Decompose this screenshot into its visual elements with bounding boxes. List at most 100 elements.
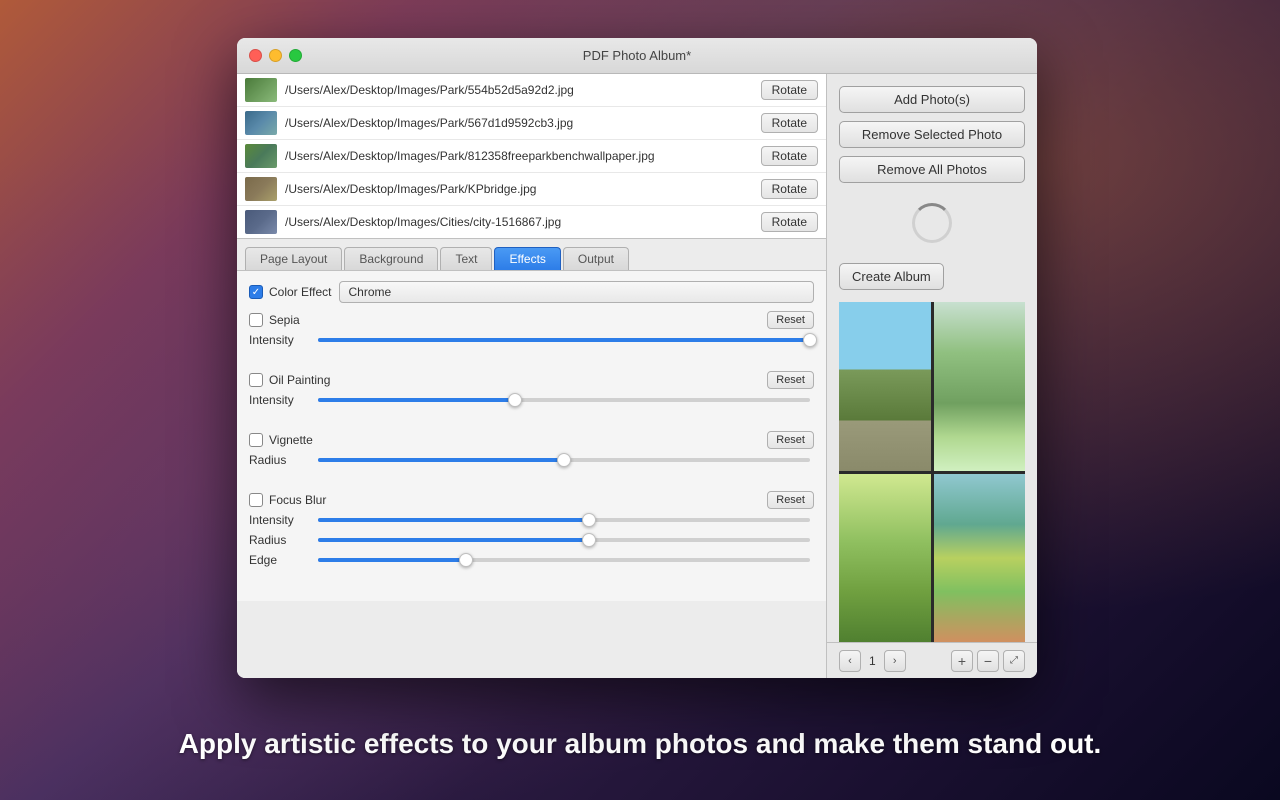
color-effect-row: ✓ Color Effect Chrome Fade Instant Mono … (249, 281, 814, 303)
remove-all-button[interactable]: Remove All Photos (839, 156, 1025, 183)
sepia-intensity-row: Intensity (249, 333, 814, 347)
close-button[interactable] (249, 49, 262, 62)
focus-blur-reset-button[interactable]: Reset (767, 491, 814, 509)
file-thumbnail (245, 177, 277, 201)
next-icon: › (893, 655, 897, 667)
vignette-checkbox[interactable] (249, 433, 263, 447)
oil-painting-header: Oil Painting Reset (249, 371, 814, 389)
color-effect-label: Color Effect (269, 285, 331, 299)
vignette-reset-button[interactable]: Reset (767, 431, 814, 449)
focus-blur-intensity-fill (318, 518, 589, 522)
focus-blur-intensity-thumb (582, 513, 596, 527)
focus-blur-radius-slider[interactable] (318, 538, 810, 542)
tabs-panel: Page Layout Background Text Effects Outp… (237, 239, 826, 678)
focus-blur-intensity-slider[interactable] (318, 518, 810, 522)
file-item: /Users/Alex/Desktop/Images/Park/554b52d5… (237, 74, 826, 107)
rotate-button[interactable]: Rotate (761, 146, 818, 166)
focus-blur-section: Focus Blur Reset Intensity Radius (249, 491, 814, 581)
left-panel: /Users/Alex/Desktop/Images/Park/554b52d5… (237, 74, 827, 678)
vignette-label: Vignette (269, 433, 313, 447)
focus-blur-radius-label: Radius (249, 533, 314, 547)
focus-blur-radius-row: Radius (249, 533, 814, 547)
vignette-header: Vignette Reset (249, 431, 814, 449)
remove-selected-button[interactable]: Remove Selected Photo (839, 121, 1025, 148)
sepia-intensity-label: Intensity (249, 333, 314, 347)
rotate-button[interactable]: Rotate (761, 113, 818, 133)
focus-blur-radius-thumb (582, 533, 596, 547)
file-thumbnail (245, 78, 277, 102)
oil-painting-intensity-fill (318, 398, 515, 402)
sepia-intensity-slider[interactable] (318, 338, 810, 342)
focus-blur-radius-fill (318, 538, 589, 542)
add-photos-button[interactable]: Add Photo(s) (839, 86, 1025, 113)
sepia-reset-button[interactable]: Reset (767, 311, 814, 329)
tab-output[interactable]: Output (563, 247, 629, 270)
oil-painting-checkbox[interactable] (249, 373, 263, 387)
vignette-radius-fill (318, 458, 564, 462)
vignette-radius-row: Radius (249, 453, 814, 467)
file-item: /Users/Alex/Desktop/Images/Cities/city-1… (237, 206, 826, 238)
vignette-section: Vignette Reset Radius (249, 431, 814, 481)
preview-image-4 (934, 474, 1026, 643)
oil-painting-intensity-thumb (508, 393, 522, 407)
sepia-checkbox[interactable] (249, 313, 263, 327)
preview-area-wrapper: ‹ 1 › + − ⤢ (827, 298, 1037, 678)
progress-spinner (912, 203, 952, 243)
color-effect-select[interactable]: Chrome Fade Instant Mono Noir Process To… (339, 281, 814, 303)
oil-painting-reset-button[interactable]: Reset (767, 371, 814, 389)
file-path: /Users/Alex/Desktop/Images/Park/554b52d5… (285, 83, 753, 97)
file-path: /Users/Alex/Desktop/Images/Cities/city-1… (285, 215, 753, 229)
effects-tab-content: ✓ Color Effect Chrome Fade Instant Mono … (237, 270, 826, 601)
tab-page-layout[interactable]: Page Layout (245, 247, 342, 270)
oil-painting-intensity-row: Intensity (249, 393, 814, 407)
oil-painting-section: Oil Painting Reset Intensity (249, 371, 814, 421)
focus-blur-intensity-label: Intensity (249, 513, 314, 527)
oil-painting-intensity-label: Intensity (249, 393, 314, 407)
minimize-button[interactable] (269, 49, 282, 62)
file-item: /Users/Alex/Desktop/Images/Park/KPbridge… (237, 173, 826, 206)
focus-blur-edge-label: Edge (249, 553, 314, 567)
sepia-label: Sepia (269, 313, 300, 327)
preview-image-3 (839, 474, 931, 643)
file-thumbnail (245, 144, 277, 168)
maximize-button[interactable] (289, 49, 302, 62)
vignette-radius-thumb (557, 453, 571, 467)
file-item: /Users/Alex/Desktop/Images/Park/567d1d95… (237, 107, 826, 140)
nav-bar: ‹ 1 › + − ⤢ (827, 642, 1037, 678)
sepia-intensity-fill (318, 338, 810, 342)
focus-blur-header: Focus Blur Reset (249, 491, 814, 509)
tab-background[interactable]: Background (344, 247, 438, 270)
tab-effects[interactable]: Effects (494, 247, 560, 270)
right-buttons: Add Photo(s) Remove Selected Photo Remov… (827, 74, 1037, 191)
rotate-button[interactable]: Rotate (761, 212, 818, 232)
bottom-text: Apply artistic effects to your album pho… (0, 728, 1280, 760)
color-effect-checkbox[interactable]: ✓ (249, 285, 263, 299)
focus-blur-edge-fill (318, 558, 466, 562)
oil-painting-intensity-slider[interactable] (318, 398, 810, 402)
tab-text[interactable]: Text (440, 247, 492, 270)
next-page-button[interactable]: › (884, 650, 906, 672)
create-album-button[interactable]: Create Album (839, 263, 944, 290)
fullscreen-icon: ⤢ (1010, 655, 1018, 666)
tabs-bar: Page Layout Background Text Effects Outp… (237, 239, 826, 270)
titlebar: PDF Photo Album* (237, 38, 1037, 74)
content-area: /Users/Alex/Desktop/Images/Park/554b52d5… (237, 74, 1037, 678)
vignette-radius-label: Radius (249, 453, 314, 467)
vignette-radius-slider[interactable] (318, 458, 810, 462)
zoom-out-button[interactable]: − (977, 650, 999, 672)
focus-blur-edge-thumb (459, 553, 473, 567)
focus-blur-edge-row: Edge (249, 553, 814, 567)
focus-blur-edge-slider[interactable] (318, 558, 810, 562)
focus-blur-checkbox[interactable] (249, 493, 263, 507)
fullscreen-button[interactable]: ⤢ (1003, 650, 1025, 672)
prev-icon: ‹ (848, 655, 852, 667)
file-item: /Users/Alex/Desktop/Images/Park/812358fr… (237, 140, 826, 173)
zoom-in-button[interactable]: + (951, 650, 973, 672)
rotate-button[interactable]: Rotate (761, 179, 818, 199)
rotate-button[interactable]: Rotate (761, 80, 818, 100)
preview-area (839, 302, 1025, 642)
prev-page-button[interactable]: ‹ (839, 650, 861, 672)
sepia-intensity-thumb (803, 333, 817, 347)
preview-image-2 (934, 302, 1026, 471)
titlebar-buttons (249, 49, 302, 62)
